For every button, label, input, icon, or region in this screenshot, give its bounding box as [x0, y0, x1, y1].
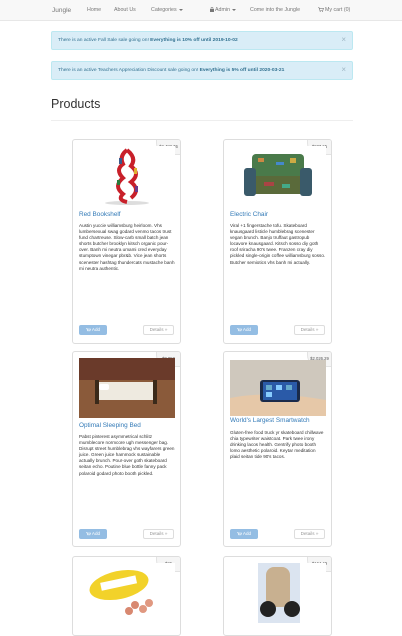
- shopping-cart-icon: [86, 531, 91, 535]
- product-image: [230, 146, 326, 206]
- product-card: $3,052 Optimal Sleeping Bed Pabst pinter…: [72, 351, 181, 547]
- shopping-cart-icon: [237, 531, 242, 535]
- add-to-cart-button[interactable]: Add: [230, 529, 258, 539]
- product-name-link[interactable]: Optimal Sleeping Bed: [79, 422, 141, 429]
- sale-alert-text: There is an active Teachers Appreciation…: [58, 68, 200, 73]
- sale-alert-text: There is an active Fall Sale sale going …: [58, 38, 151, 43]
- product-image: [230, 360, 326, 416]
- product-image: [79, 563, 175, 623]
- add-label: Add: [91, 531, 101, 536]
- product-name-link[interactable]: World's Largest Smartwatch: [230, 417, 310, 424]
- details-button[interactable]: Details »: [294, 325, 325, 335]
- add-label: Add: [242, 531, 252, 536]
- nav-about-link[interactable]: About Us: [114, 0, 136, 21]
- product-image: [79, 146, 175, 206]
- page-title: Products: [51, 97, 101, 111]
- navbar: Jungle Home About Us Categories Admin Co…: [0, 0, 402, 21]
- sale-alert-highlight: Everything is 5% off until 2020-03-21: [199, 68, 285, 73]
- shopping-cart-icon: [86, 327, 91, 331]
- product-name-link[interactable]: Red Bookshelf: [79, 211, 121, 218]
- nav-cart-link[interactable]: My cart (0): [318, 0, 350, 21]
- product-description: Austin yuccie williamsburg heirloom. Vhs…: [79, 223, 175, 271]
- brand-link[interactable]: Jungle: [52, 0, 71, 21]
- chevron-down-icon: [178, 8, 183, 11]
- product-card: $2,483.76 Red Bookshelf Austin yuccie wi…: [72, 139, 181, 344]
- nav-categories-dropdown[interactable]: Categories: [151, 0, 183, 21]
- cart-label: My cart (0): [325, 7, 351, 13]
- add-to-cart-button[interactable]: Add: [79, 529, 107, 539]
- product-description: Viral +1 fingerstache tofu. Skateboard k…: [230, 223, 326, 265]
- details-button[interactable]: Details »: [143, 325, 174, 335]
- add-label: Add: [91, 327, 101, 332]
- product-image: [79, 358, 175, 418]
- product-card: $164.49: [223, 556, 332, 636]
- categories-label: Categories: [151, 7, 177, 13]
- details-button[interactable]: Details »: [143, 529, 174, 539]
- add-to-cart-button[interactable]: Add: [230, 325, 258, 335]
- nav-admin-dropdown[interactable]: Admin: [210, 0, 237, 21]
- add-label: Add: [242, 327, 252, 332]
- chevron-down-icon: [232, 8, 237, 11]
- details-button[interactable]: Details »: [294, 529, 325, 539]
- sale-alert: There is an active Teachers Appreciation…: [51, 61, 353, 80]
- shopping-cart-icon: [237, 327, 242, 331]
- close-icon[interactable]: ×: [341, 32, 346, 47]
- admin-label: Admin: [215, 7, 231, 13]
- product-card: $26: [72, 556, 181, 636]
- sale-alert: There is an active Fall Sale sale going …: [51, 31, 353, 50]
- nav-home-link[interactable]: Home: [87, 0, 101, 21]
- shopping-cart-icon: [318, 7, 324, 13]
- nav-come-into-jungle-link[interactable]: Come into the Jungle: [250, 0, 300, 21]
- product-name-link[interactable]: Electric Chair: [230, 211, 268, 218]
- product-description: Pabst pinterest asymmetrical schlitz mum…: [79, 434, 175, 476]
- sale-alert-highlight: Everything is 10% off until 2019-10-02: [150, 38, 238, 43]
- product-image: [230, 563, 326, 623]
- product-card: $987.65 Electric Chair Viral +1 fingerst…: [223, 139, 332, 344]
- lock-icon: [210, 7, 214, 13]
- divider: [51, 120, 353, 121]
- add-to-cart-button[interactable]: Add: [79, 325, 107, 335]
- close-icon[interactable]: ×: [341, 62, 346, 77]
- product-card: $2,026.29 World's Largest Smartwatch Glu…: [223, 351, 332, 547]
- product-description: Gluten-free food truck yr skateboard chi…: [230, 430, 324, 460]
